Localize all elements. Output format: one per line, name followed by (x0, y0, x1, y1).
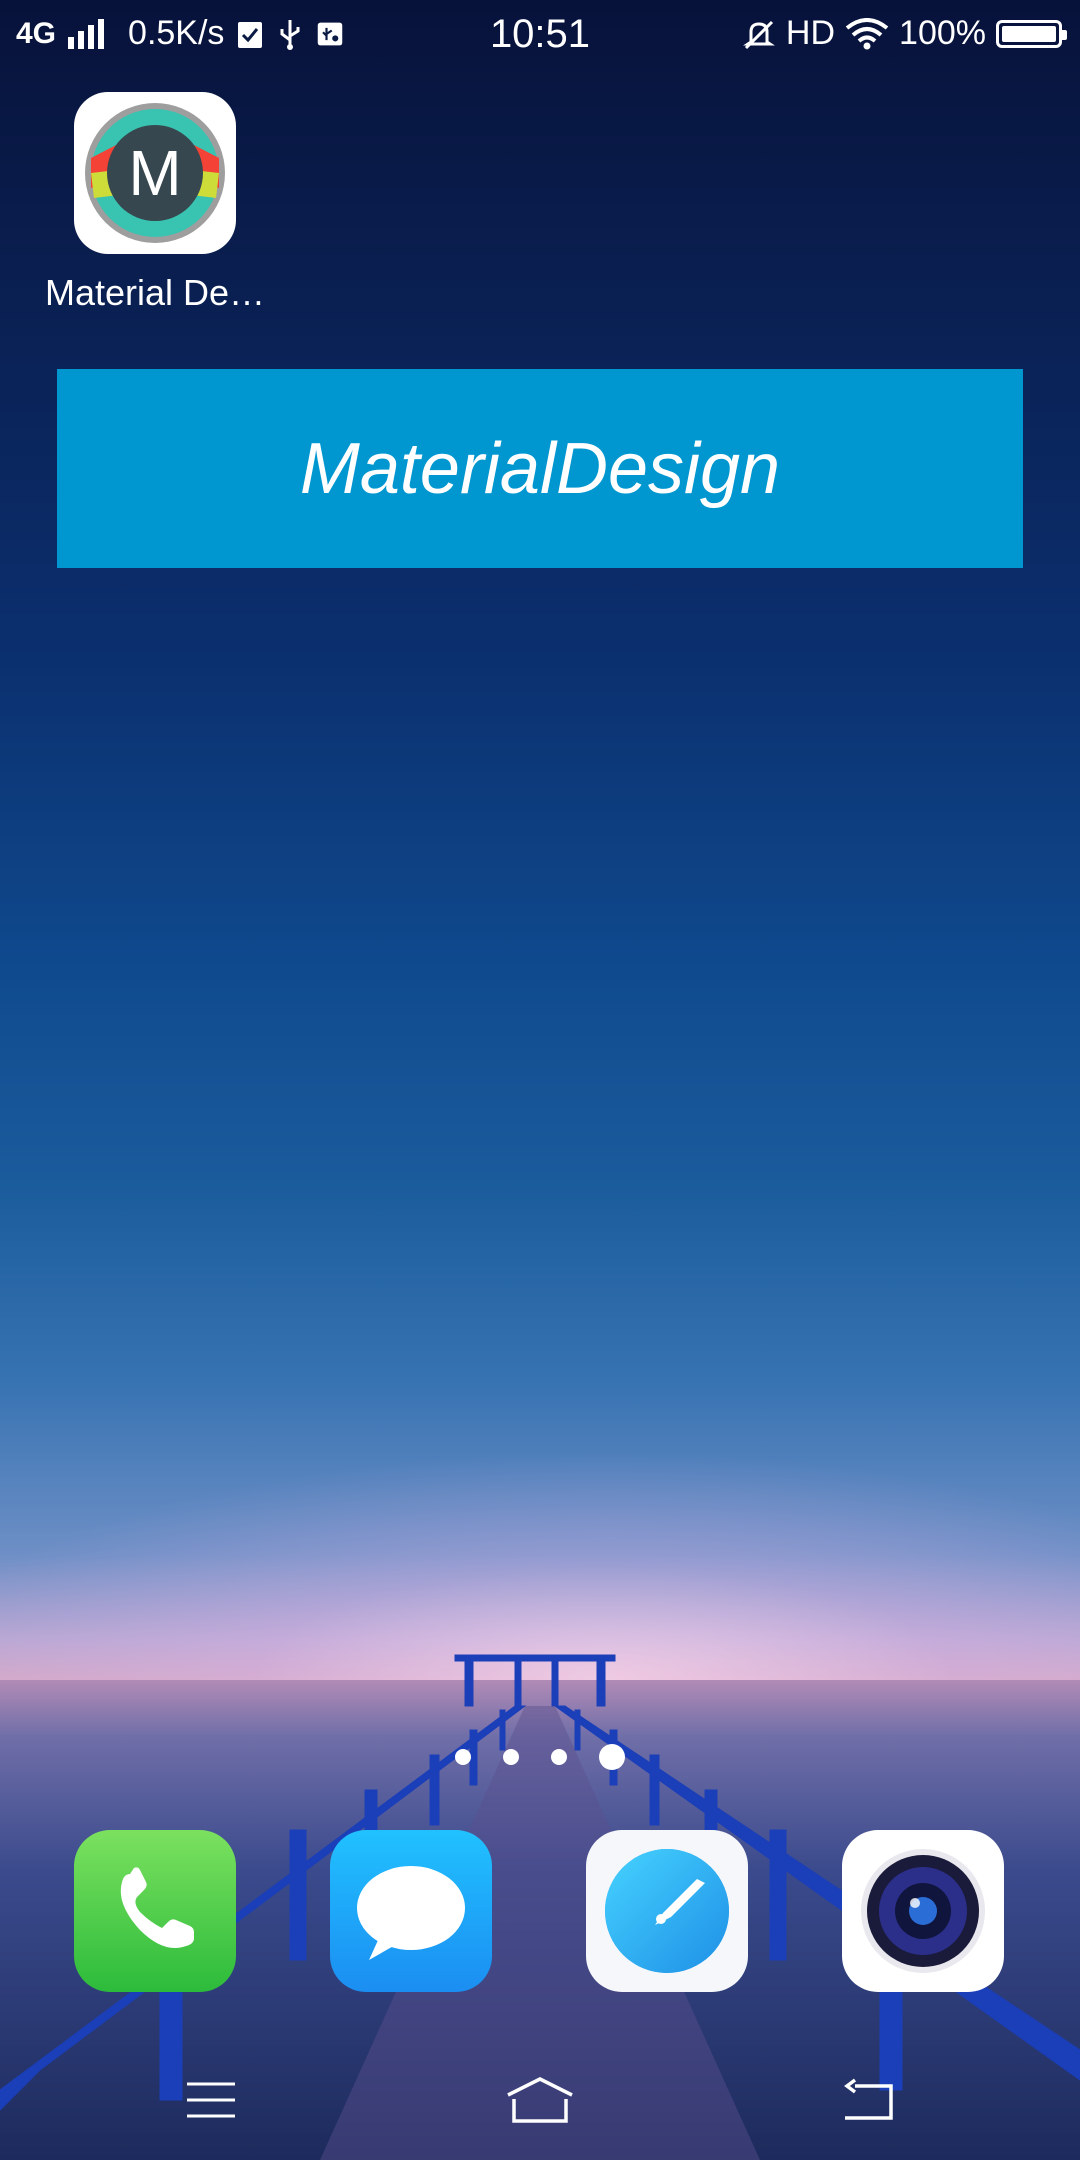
page-indicator (0, 1742, 1080, 1772)
messages-icon (357, 1866, 465, 1960)
m-letter: M (128, 137, 181, 209)
back-icon (844, 2078, 893, 2120)
page-dot[interactable] (455, 1749, 471, 1765)
wifi-icon (845, 17, 889, 49)
browser-app-icon[interactable] (586, 1830, 748, 1992)
dock (0, 1830, 1080, 1992)
home-button[interactable] (490, 2060, 590, 2140)
app-label: Material De… (44, 272, 266, 313)
app-shortcut-material-design[interactable]: M Material De… (30, 92, 280, 314)
page-dot[interactable] (551, 1749, 567, 1765)
phone-app-icon[interactable] (74, 1830, 236, 1992)
menu-icon (187, 2082, 235, 2118)
status-right: HD 100% (742, 14, 1067, 53)
page-dot[interactable] (503, 1749, 519, 1765)
menu-button[interactable] (161, 2060, 261, 2140)
battery-icon (996, 19, 1067, 48)
material-design-widget[interactable]: MaterialDesign (57, 369, 1023, 568)
camera-icon (861, 1849, 985, 1973)
phone-icon (120, 1867, 194, 1948)
camera-app-icon[interactable] (842, 1830, 1004, 1992)
mute-bell-icon (742, 20, 775, 49)
home-icon (507, 2077, 573, 2123)
messages-app-icon[interactable] (330, 1830, 492, 1992)
m-app-icon[interactable]: M (74, 92, 236, 254)
compass-icon (605, 1849, 729, 1973)
home-screen: 4G 0.5K/s 10:51 HD 100% M Material De… M… (0, 0, 1080, 2160)
m-logo-icon: M (85, 103, 225, 243)
back-button[interactable] (818, 2060, 918, 2140)
page-dot-active[interactable] (599, 1744, 625, 1770)
hd-indicator: HD (785, 14, 836, 52)
widget-title: MaterialDesign (299, 428, 781, 509)
status-bar: 4G 0.5K/s 10:51 HD 100% (0, 0, 1080, 74)
battery-percent: 100% (899, 14, 986, 52)
navigation-bar (0, 2060, 1080, 2140)
